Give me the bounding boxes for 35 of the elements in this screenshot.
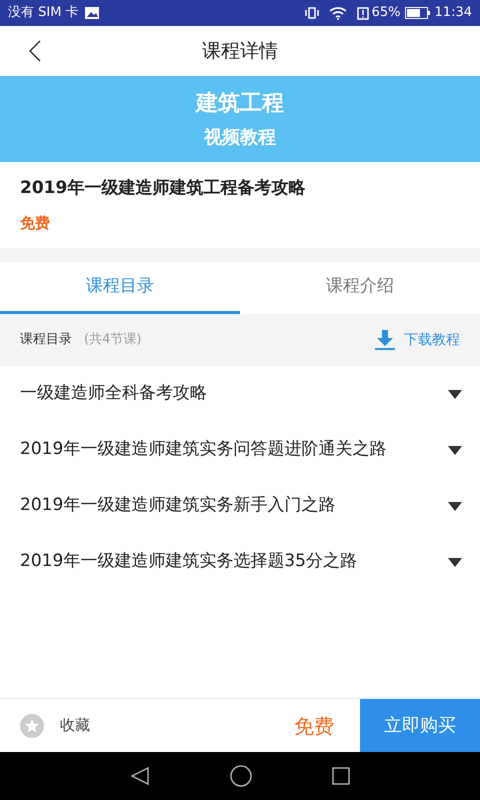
home-nav-icon[interactable] [230, 765, 252, 787]
banner-subtitle: 视频教程 [204, 126, 276, 150]
chapter-row[interactable]: 2019年一级建造师建筑实务选择题35分之路 [0, 534, 480, 590]
caret-down-icon [448, 558, 462, 566]
chapter-row[interactable]: 一级建造师全科备考攻略 [0, 366, 480, 422]
caret-down-icon [448, 390, 462, 398]
recents-nav-icon[interactable] [332, 767, 350, 785]
course-price: 免费 [20, 212, 51, 234]
download-icon [374, 330, 396, 350]
back-icon [29, 40, 41, 62]
lesson-count: (共4节课) [84, 331, 142, 350]
image-icon [84, 7, 99, 19]
caret-down-icon [448, 502, 462, 510]
wifi-icon [328, 6, 347, 20]
chapter-title: 2019年一级建造师建筑实务问答题进阶通关之路 [20, 438, 388, 462]
carrier-text: 没有 SIM 卡 [8, 4, 79, 22]
chapter-row[interactable]: 2019年一级建造师建筑实务问答题进阶通关之路 [0, 422, 480, 478]
course-title: 2019年一级建造师建筑工程备考攻略 [20, 177, 306, 200]
tab[interactable]: 课程介绍 [240, 262, 480, 314]
chapter-title: 一级建造师全科备考攻略 [20, 382, 208, 406]
battery-icon [404, 7, 431, 19]
favorite-button[interactable]: 收藏 [0, 699, 90, 752]
back-nav-icon[interactable] [130, 766, 150, 786]
sim-alert-icon [356, 6, 369, 20]
catalog-title: 课程目录 [20, 331, 72, 350]
caret-down-icon [448, 446, 462, 454]
chapter-row[interactable]: 2019年一级建造师建筑实务新手入门之路 [0, 478, 480, 534]
bottom-price: 免费 [294, 712, 334, 740]
battery-percent: 65% [372, 4, 401, 22]
clock: 11:34 [434, 4, 472, 22]
page-title: 课程详情 [202, 38, 278, 64]
chapter-title: 2019年一级建造师建筑实务选择题35分之路 [20, 550, 358, 574]
vibrate-icon [304, 7, 319, 19]
chapter-title: 2019年一级建造师建筑实务新手入门之路 [20, 494, 336, 518]
banner-title: 建筑工程 [196, 90, 284, 118]
